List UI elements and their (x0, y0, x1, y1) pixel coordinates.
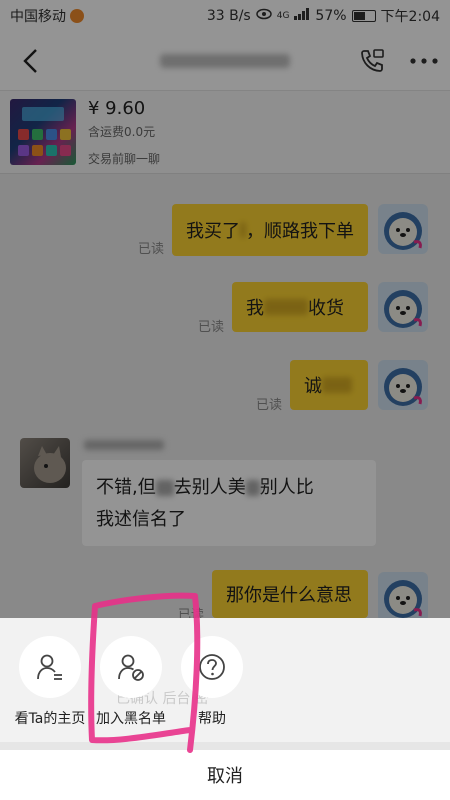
sheet-divider (0, 742, 450, 750)
view-profile-label: 看Ta的主页 (14, 711, 86, 727)
view-profile-option[interactable]: 看Ta的主页 (12, 636, 88, 728)
blacklist-option[interactable]: 加入黑名单 (93, 636, 169, 728)
help-button[interactable] (181, 636, 243, 698)
question-icon (199, 654, 225, 680)
help-label: 帮助 (198, 711, 226, 727)
cancel-button[interactable]: 取消 (0, 750, 450, 800)
help-option[interactable]: 帮助 (174, 636, 250, 728)
view-profile-button[interactable] (19, 636, 81, 698)
action-sheet: 已确认 后台 密 看Ta的主页 加入黑名单 帮助 取消 (0, 618, 450, 800)
blacklist-button[interactable] (100, 636, 162, 698)
person-lines-icon (37, 654, 62, 680)
blacklist-label: 加入黑名单 (96, 711, 166, 727)
action-sheet-options: 已确认 后台 密 看Ta的主页 加入黑名单 帮助 (0, 618, 450, 742)
person-block-icon (118, 654, 144, 681)
